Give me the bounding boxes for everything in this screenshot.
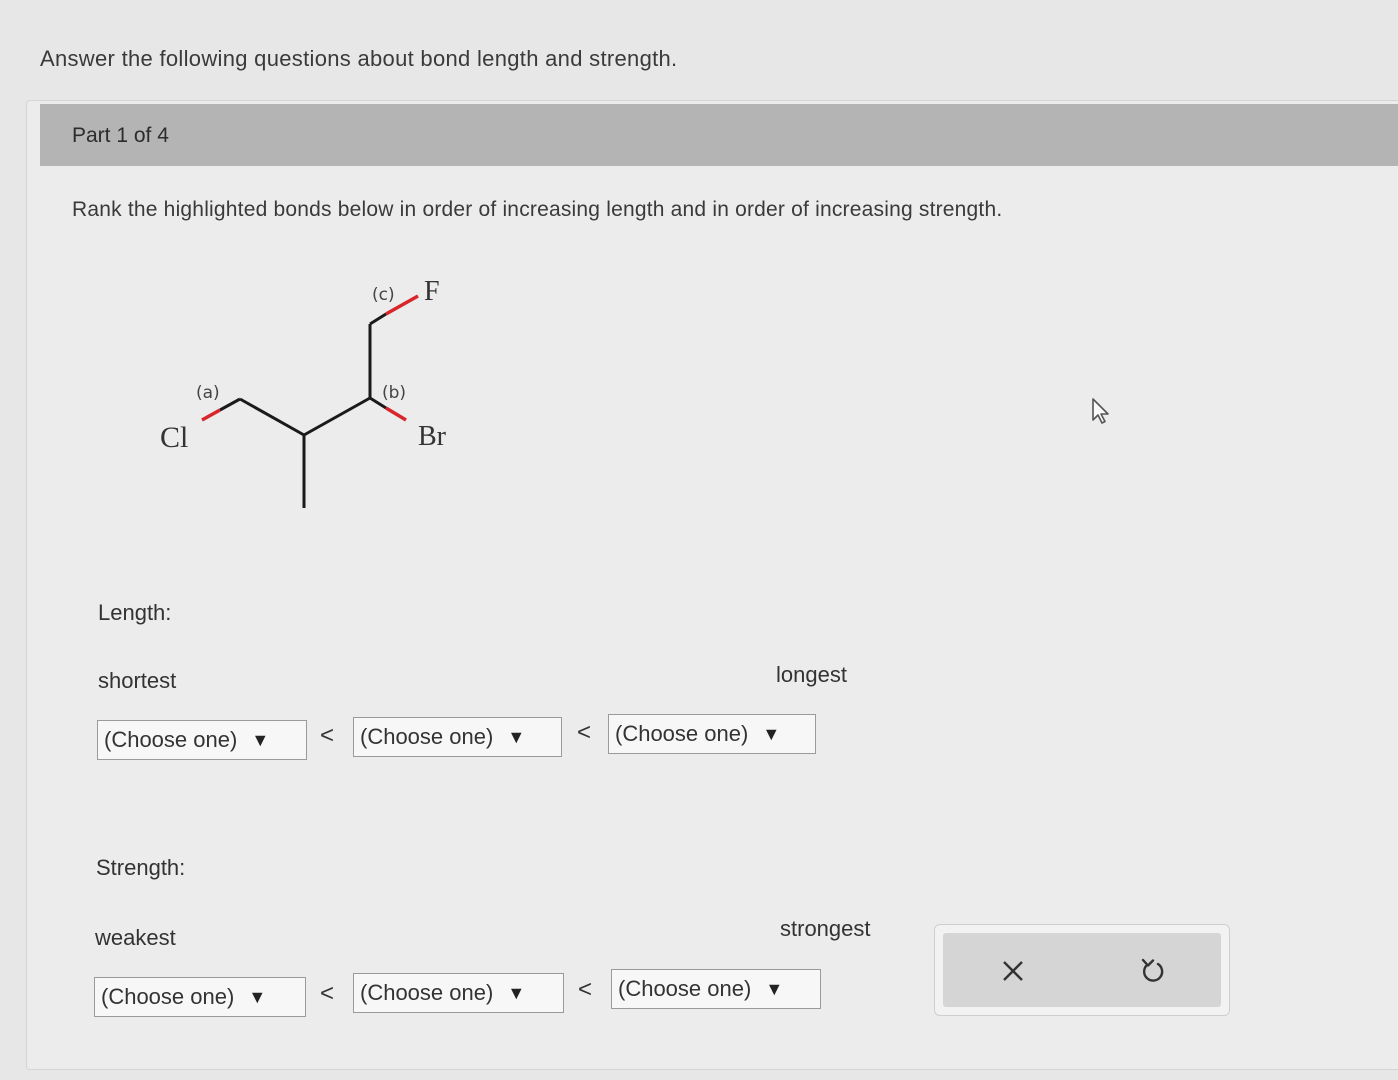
- atom-cl: Cl: [160, 421, 188, 454]
- length-dropdown-1[interactable]: (Choose one) ▼: [97, 720, 307, 760]
- bond-c2-c3: [303, 396, 371, 437]
- atom-f: F: [424, 276, 440, 307]
- instruction-text: Rank the highlighted bonds below in orde…: [72, 198, 1003, 221]
- mouse-pointer-icon: [1092, 398, 1109, 424]
- undo-icon: [1141, 958, 1164, 982]
- length-dropdown-2[interactable]: (Choose one) ▼: [353, 717, 562, 757]
- action-toolbar: [934, 924, 1230, 1016]
- close-icon: [1003, 961, 1023, 981]
- strength-dropdown-2[interactable]: (Choose one) ▼: [353, 973, 564, 1013]
- bond-c-c-half: [369, 312, 387, 326]
- strength-dropdown-2-value: (Choose one): [360, 980, 494, 1005]
- strength-dropdown-3[interactable]: (Choose one) ▼: [611, 969, 821, 1009]
- clear-button[interactable]: [993, 951, 1033, 991]
- strength-less-than-2: <: [578, 976, 593, 1003]
- length-shortest-label: shortest: [98, 668, 177, 693]
- length-dropdown-2-value: (Choose one): [360, 724, 494, 749]
- strength-strongest-label: strongest: [780, 916, 871, 941]
- chevron-down-icon: ▼: [248, 986, 267, 1007]
- question-text: Answer the following questions about bon…: [40, 46, 678, 71]
- length-dropdown-1-value: (Choose one): [104, 727, 238, 752]
- atom-br: Br: [418, 421, 447, 452]
- bond-b-highlight: [385, 406, 407, 422]
- length-less-than-1: <: [320, 722, 335, 749]
- bond-a-highlight: [201, 408, 221, 422]
- strength-label: Strength:: [96, 855, 186, 880]
- bond-label-b: (b): [382, 383, 406, 403]
- part-header: Part 1 of 4: [40, 104, 1398, 166]
- chevron-down-icon: ▼: [251, 729, 270, 750]
- bond-label-c: (c): [372, 285, 395, 305]
- strength-dropdown-1-value: (Choose one): [101, 984, 235, 1009]
- chevron-down-icon: ▼: [762, 723, 781, 744]
- strength-dropdown-1[interactable]: (Choose one) ▼: [94, 977, 306, 1017]
- bond-c1-c2: [239, 397, 305, 437]
- bond-label-a: (a): [196, 383, 220, 403]
- undo-button[interactable]: [1132, 951, 1172, 991]
- part-title: Part 1 of 4: [72, 124, 169, 147]
- chevron-down-icon: ▼: [507, 726, 526, 747]
- bond-a-c-half: [219, 397, 241, 412]
- length-dropdown-3-value: (Choose one): [615, 721, 749, 746]
- strength-less-than-1: <: [320, 980, 335, 1007]
- chevron-down-icon: ▼: [507, 982, 526, 1003]
- strength-weakest-label: weakest: [95, 925, 176, 950]
- length-dropdown-3[interactable]: (Choose one) ▼: [608, 714, 816, 754]
- strength-dropdown-3-value: (Choose one): [618, 976, 752, 1001]
- length-label: Length:: [98, 600, 172, 625]
- length-longest-label: longest: [776, 662, 847, 687]
- action-toolbar-inner: [943, 933, 1221, 1007]
- chevron-down-icon: ▼: [765, 978, 784, 999]
- length-less-than-2: <: [577, 719, 592, 746]
- molecule-diagram: (a) (b) (c) Cl Br F: [160, 276, 447, 508]
